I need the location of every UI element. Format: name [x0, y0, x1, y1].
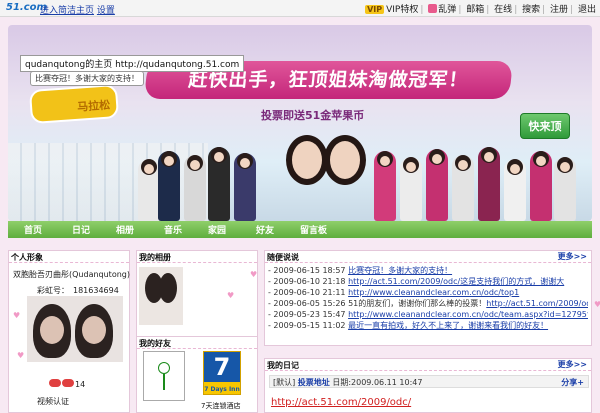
talk-link[interactable]: http://act.51.com/2009/odc/ 希望大家可以: [486, 299, 588, 308]
search-link[interactable]: 搜索: [522, 5, 540, 15]
profile-header: 个人形象: [9, 251, 129, 263]
talk-date: - 2009-06-15 18:57: [268, 266, 346, 275]
top-right-menu: VIP VIP特权 | 乱弹 | 邮箱 | 在线 | 搜索 | 注册 | 退出: [365, 4, 596, 15]
nav-friends[interactable]: 好友: [256, 223, 274, 236]
vip-privilege-link[interactable]: VIP特权: [386, 5, 418, 15]
homepage-url: qudanqutong的主页 http://qudanqutong.51.com: [20, 55, 245, 72]
slogan-bubble: 比赛夺冠！多谢大家的支持！: [30, 71, 144, 86]
talk-text[interactable]: 最近一直有拍戏，好久不上来了，谢谢来看我们的好友！: [348, 321, 548, 330]
user-level: 14: [49, 379, 85, 389]
luantan-link[interactable]: 乱弹: [438, 5, 456, 15]
top-links: 进入简洁主页 设置: [40, 3, 115, 16]
friend-7days-logo[interactable]: 7 7 Days Inn: [203, 351, 241, 395]
talk-link[interactable]: http://act.51.com/2009/odc/这是支持我们的方式，谢谢大: [348, 277, 564, 286]
simple-home-link[interactable]: 进入简洁主页: [40, 6, 94, 16]
talk-date: - 2009-06-05 15:26: [268, 299, 346, 308]
nav-music[interactable]: 音乐: [164, 223, 182, 236]
diary-title: 我的日记: [267, 361, 299, 370]
marathon-logo-text: 马拉松: [76, 98, 111, 114]
talk-date: - 2009-06-10 21:18: [268, 277, 346, 286]
talk-more-link[interactable]: 更多>>: [558, 251, 587, 262]
talk-text[interactable]: 比赛夺冠！多谢大家的支持！: [348, 266, 452, 275]
nav-diary[interactable]: 日记: [72, 223, 90, 236]
user-level-number: 14: [75, 380, 86, 389]
diary-date: 日期:2009.06.11 10:47: [332, 378, 423, 387]
talk-item: - 2009-06-10 21:11 http://www.cleanandcl…: [268, 287, 588, 298]
vip-badge-icon[interactable]: VIP: [365, 5, 385, 14]
talk-item: - 2009-06-15 18:57 比赛夺冠！多谢大家的支持！: [268, 265, 588, 276]
register-link[interactable]: 注册: [550, 5, 568, 15]
main-nav: 首页 日记 相册 音乐 家园 好友 留言板: [8, 221, 592, 238]
talk-title: 随便说说: [267, 253, 299, 262]
talk-date: - 2009-05-23 15:47: [268, 310, 346, 319]
settings-link[interactable]: 设置: [97, 6, 115, 16]
talk-link[interactable]: http://www.cleanandclear.com.cn/odc/team…: [348, 310, 588, 319]
diary-more-link[interactable]: 更多>>: [558, 359, 587, 370]
online-link[interactable]: 在线: [494, 5, 512, 15]
profile-photo[interactable]: [27, 296, 123, 362]
diary-panel: 我的日记 更多>> [默认] 投票地址 日期:2009.06.11 10:47 分…: [264, 358, 592, 413]
heart-icon: ♥: [594, 300, 600, 309]
profile-id: 彩虹号： 181634694: [37, 285, 129, 296]
profile-id-value: 181634694: [73, 286, 119, 295]
nav-guestbook[interactable]: 留言板: [300, 223, 327, 236]
talk-list: - 2009-06-15 18:57 比赛夺冠！多谢大家的支持！ - 2009-…: [265, 263, 591, 333]
friend-avatar[interactable]: [143, 351, 185, 401]
nav-home-garden[interactable]: 家园: [208, 223, 226, 236]
chat-icon: [428, 4, 438, 13]
album-header: 我的相册: [137, 251, 257, 263]
talk-item: - 2009-05-23 15:47 http://www.cleanandcl…: [268, 309, 588, 320]
album-panel: 我的相册 ♥: [136, 250, 258, 348]
heart-icon: ♥: [17, 351, 25, 360]
seven-days-number: 7: [204, 352, 240, 382]
logout-link[interactable]: 退出: [578, 5, 596, 15]
diary-header: 我的日记 更多>>: [265, 359, 591, 371]
top-bar: 51.com 进入简洁主页 设置 VIP VIP特权 | 乱弹 | 邮箱 | 在线 | 搜…: [0, 0, 600, 17]
talk-date: - 2009-05-15 11:02: [268, 321, 346, 330]
friends-panel: 我的好友 7 7 Days Inn 7天连锁酒店: [136, 336, 258, 413]
profile-panel: 个人形象 双胞胎吾刃曲彤(Qudanqutong) 彩虹号： 181634694 …: [8, 250, 130, 413]
banner-subhead: 投票即送51金苹果币: [261, 109, 365, 122]
banner-crowd-image: [138, 135, 578, 221]
header-banner: qudanqutong的主页 http://qudanqutong.51.com…: [8, 25, 592, 221]
profile-id-label: 彩虹号：: [37, 286, 69, 295]
talk-header: 随便说说 更多>>: [265, 251, 591, 263]
talk-item: - 2009-06-05 15:26 51的朋友们，谢谢你们那么棒的投票！htt…: [268, 298, 588, 309]
friend-name[interactable]: 7天连锁酒店: [201, 401, 240, 411]
level-icon: [62, 379, 74, 387]
video-verify[interactable]: 视频认证: [37, 396, 69, 407]
level-icon: [49, 379, 61, 387]
seven-days-sub: 7 Days Inn: [204, 386, 240, 393]
diary-vote-link[interactable]: http://act.51.com/2009/odc/: [271, 397, 411, 408]
diary-entry-bar: [默认] 投票地址 日期:2009.06.11 10:47 分享+: [269, 375, 589, 388]
nav-album[interactable]: 相册: [116, 223, 134, 236]
mail-link[interactable]: 邮箱: [466, 5, 484, 15]
heart-icon: ♥: [13, 311, 21, 320]
talk-link[interactable]: http://www.cleanandclear.com.cn/odc/top1: [348, 288, 519, 297]
profile-name: 双胞胎吾刃曲彤(Qudanqutong): [13, 270, 130, 279]
diary-entry-title[interactable]: 投票地址: [298, 378, 330, 387]
marathon-logo: 马拉松: [28, 83, 120, 125]
talk-panel: 随便说说 更多>> - 2009-06-15 18:57 比赛夺冠！多谢大家的支持…: [264, 250, 592, 346]
friends-header: 我的好友: [137, 337, 257, 349]
talk-item: - 2009-05-15 11:02 最近一直有拍戏，好久不上来了，谢谢来看我们…: [268, 320, 588, 331]
talk-item: - 2009-06-10 21:18 http://act.51.com/200…: [268, 276, 588, 287]
heart-icon: ♥: [250, 270, 258, 279]
heart-icon: ♥: [227, 291, 235, 300]
diary-tag: [默认]: [273, 378, 296, 387]
nav-home[interactable]: 首页: [24, 223, 42, 236]
talk-date: - 2009-06-10 21:11: [268, 288, 346, 297]
album-photo[interactable]: [139, 267, 183, 325]
talk-text: 51的朋友们，谢谢你们那么棒的投票！: [348, 299, 487, 308]
share-button[interactable]: 分享+: [561, 377, 584, 388]
